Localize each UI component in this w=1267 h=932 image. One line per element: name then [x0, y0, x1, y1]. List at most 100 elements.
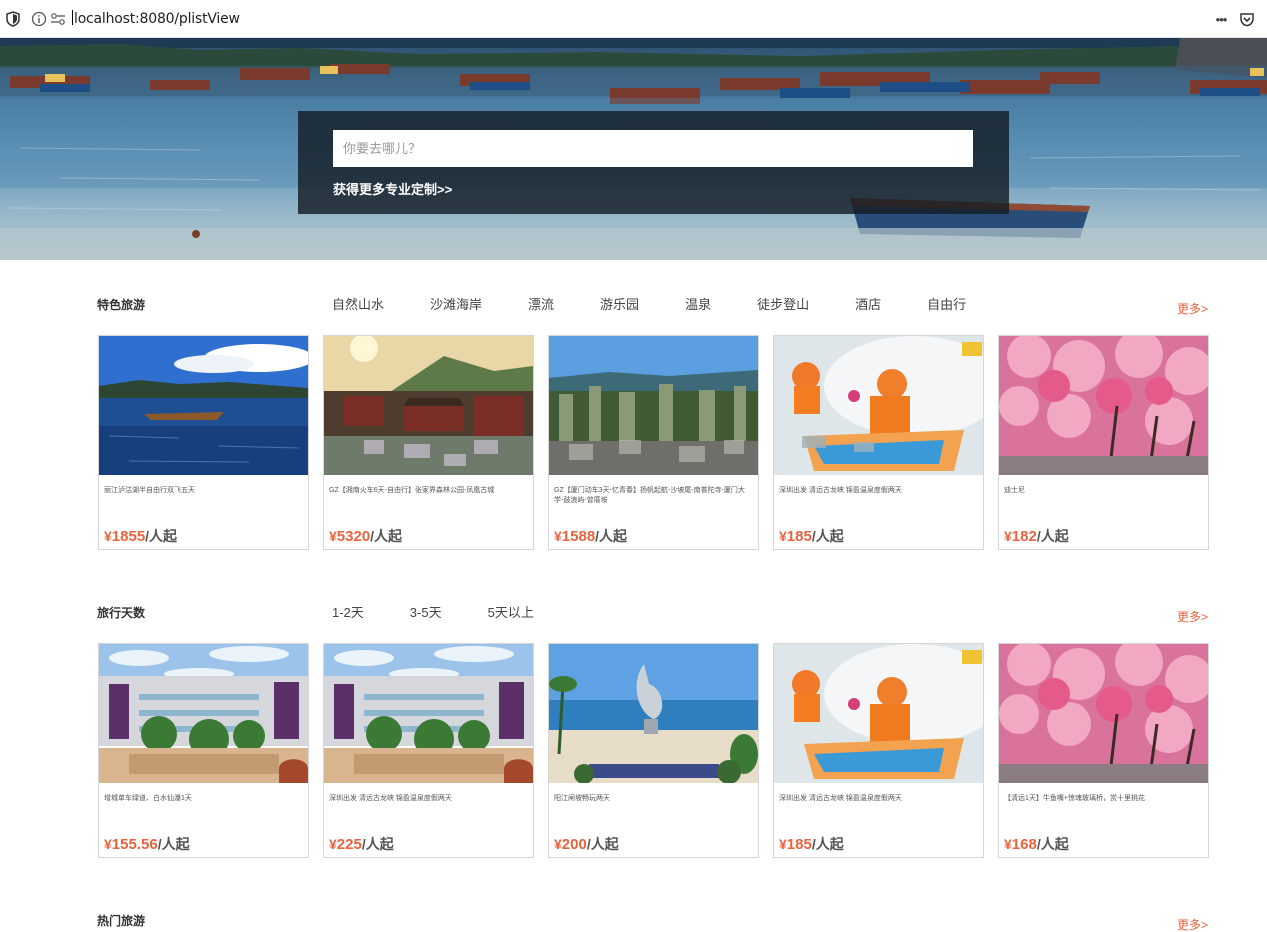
hero-banner: 获得更多专业定制>>: [0, 38, 1267, 260]
custom-tour-link[interactable]: 获得更多专业定制>>: [333, 179, 452, 198]
product-card[interactable]: 迪士尼 ¥182/人起: [998, 335, 1209, 550]
product-title: GZ【湘南火车6天-自由行】张家界森林公园-凤凰古城: [329, 487, 495, 494]
product-price: ¥225/人起: [329, 834, 394, 854]
price-amount: 185: [786, 836, 812, 853]
tab-3-5-days[interactable]: 3-5天: [410, 602, 442, 621]
product-card[interactable]: GZ【厦门动车3天-忆青春】扬帆起航-沙坡尾-南普陀寺-厦门大学-鼓浪屿-曾厝垵…: [548, 335, 759, 550]
product-price: ¥1588/人起: [554, 526, 627, 546]
currency-symbol: ¥: [104, 528, 112, 544]
currency-symbol: ¥: [554, 836, 562, 852]
price-amount: 155.56: [111, 836, 158, 853]
pocket-icon[interactable]: [1238, 10, 1256, 28]
price-unit: /人起: [1036, 836, 1069, 852]
currency-symbol: ¥: [104, 836, 112, 852]
more-options-icon[interactable]: •••: [1212, 10, 1230, 28]
currency-symbol: ¥: [329, 836, 337, 852]
product-image: [324, 336, 533, 475]
product-image: [99, 336, 308, 475]
tab-hiking[interactable]: 徒步登山: [757, 294, 809, 313]
product-card[interactable]: GZ【湘南火车6天-自由行】张家界森林公园-凤凰古城 ¥5320/人起: [323, 335, 534, 550]
product-image: [324, 644, 533, 783]
product-image: [549, 644, 758, 783]
price-unit: /人起: [811, 528, 844, 544]
currency-symbol: ¥: [779, 528, 787, 544]
text-cursor: [72, 10, 73, 25]
price-amount: 182: [1011, 528, 1037, 545]
price-amount: 1855: [111, 528, 146, 545]
product-price: ¥200/人起: [554, 834, 619, 854]
product-card[interactable]: 增城单车绿道、白水仙瀑1天 ¥155.56/人起: [98, 643, 309, 858]
product-title: 增城单车绿道、白水仙瀑1天: [104, 795, 192, 802]
product-title: 【清远1天】牛鱼嘴+惊魂玻璃桥，赏十里桃花: [1004, 795, 1145, 802]
product-image: [774, 644, 983, 783]
section-title: 热门旅游: [97, 914, 146, 928]
price-amount: 168: [1011, 836, 1037, 853]
product-image: [999, 336, 1208, 475]
product-price: ¥168/人起: [1004, 834, 1069, 854]
section-header: 热门旅游 更多>: [97, 912, 1210, 932]
section-duration: 旅行天数 1-2天 3-5天 5天以上 更多> 增城单车绿道、白水仙瀑1天 ¥1…: [97, 604, 1210, 858]
url-bar[interactable]: localhost:8080/plistView: [72, 10, 240, 27]
product-title: 深圳出发 清远古龙峡 锦盈温泉度假两天: [779, 487, 902, 494]
search-panel: 获得更多专业定制>>: [298, 111, 1009, 214]
more-link[interactable]: 更多>: [1177, 300, 1208, 317]
currency-symbol: ¥: [329, 528, 337, 544]
browser-toolbar: localhost:8080/plistView •••: [0, 0, 1267, 38]
permissions-icon[interactable]: [49, 10, 67, 28]
product-title: 丽江泸沽湖半自由行双飞五天: [104, 487, 195, 494]
price-unit: /人起: [370, 528, 403, 544]
tab-5-plus-days[interactable]: 5天以上: [488, 602, 534, 621]
product-card[interactable]: 阳江闸坡畅玩两天 ¥200/人起: [548, 643, 759, 858]
product-image: [549, 336, 758, 475]
tab-free-travel[interactable]: 自由行: [927, 294, 966, 313]
product-card[interactable]: 深圳出发 清远古龙峡 锦盈温泉度假两天 ¥185/人起: [773, 335, 984, 550]
price-amount: 1588: [561, 528, 596, 545]
product-price: ¥182/人起: [1004, 526, 1069, 546]
product-card[interactable]: 【清远1天】牛鱼嘴+惊魂玻璃桥，赏十里桃花 ¥168/人起: [998, 643, 1209, 858]
product-list: 丽江泸沽湖半自由行双飞五天 ¥1855/人起 GZ【湘南火车6天-自由行】张家界…: [97, 335, 1210, 550]
section-featured: 特色旅游 自然山水 沙滩海岸 漂流 游乐园 温泉 徒步登山 酒店 自由行 更多>: [97, 296, 1210, 550]
info-icon[interactable]: [30, 10, 48, 28]
product-title: 深圳出发 清远古龙峡 锦盈温泉度假两天: [329, 795, 452, 802]
price-unit: /人起: [1036, 528, 1069, 544]
product-title: 深圳出发 清远古龙峡 锦盈温泉度假两天: [779, 795, 902, 802]
tab-hotel[interactable]: 酒店: [855, 294, 881, 313]
currency-symbol: ¥: [554, 528, 562, 544]
price-unit: /人起: [595, 528, 628, 544]
price-amount: 200: [561, 836, 587, 853]
section-popular: 热门旅游 更多>: [97, 912, 1210, 932]
product-price: ¥5320/人起: [329, 526, 402, 546]
price-unit: /人起: [811, 836, 844, 852]
price-unit: /人起: [586, 836, 619, 852]
tab-nature[interactable]: 自然山水: [332, 294, 384, 313]
destination-search-input[interactable]: [333, 130, 973, 167]
price-unit: /人起: [145, 528, 178, 544]
product-price: ¥185/人起: [779, 834, 844, 854]
shield-icon[interactable]: [4, 10, 22, 28]
product-title: 迪士尼: [1004, 487, 1025, 494]
tab-beach[interactable]: 沙滩海岸: [430, 294, 482, 313]
price-amount: 5320: [336, 528, 371, 545]
more-link[interactable]: 更多>: [1177, 608, 1208, 625]
product-card[interactable]: 丽江泸沽湖半自由行双飞五天 ¥1855/人起: [98, 335, 309, 550]
currency-symbol: ¥: [1004, 528, 1012, 544]
price-unit: /人起: [361, 836, 394, 852]
product-title: 阳江闸坡畅玩两天: [554, 795, 610, 802]
product-image: [99, 644, 308, 783]
tab-1-2-days[interactable]: 1-2天: [332, 602, 364, 621]
product-card[interactable]: 深圳出发 清远古龙峡 锦盈温泉度假两天 ¥185/人起: [773, 643, 984, 858]
category-tabs: 自然山水 沙滩海岸 漂流 游乐园 温泉 徒步登山 酒店 自由行: [332, 294, 1012, 313]
section-title: 特色旅游: [97, 298, 146, 312]
tab-hot-spring[interactable]: 温泉: [685, 294, 711, 313]
product-card[interactable]: 深圳出发 清远古龙峡 锦盈温泉度假两天 ¥225/人起: [323, 643, 534, 858]
tab-rafting[interactable]: 漂流: [528, 294, 554, 313]
more-link[interactable]: 更多>: [1177, 916, 1208, 932]
product-price: ¥185/人起: [779, 526, 844, 546]
section-header: 旅行天数 1-2天 3-5天 5天以上 更多>: [97, 604, 1210, 644]
section-header: 特色旅游 自然山水 沙滩海岸 漂流 游乐园 温泉 徒步登山 酒店 自由行 更多>: [97, 296, 1210, 336]
currency-symbol: ¥: [1004, 836, 1012, 852]
url-text: localhost:8080/plistView: [74, 11, 240, 27]
product-price: ¥155.56/人起: [104, 834, 190, 854]
price-amount: 225: [336, 836, 362, 853]
tab-amusement-park[interactable]: 游乐园: [600, 294, 639, 313]
